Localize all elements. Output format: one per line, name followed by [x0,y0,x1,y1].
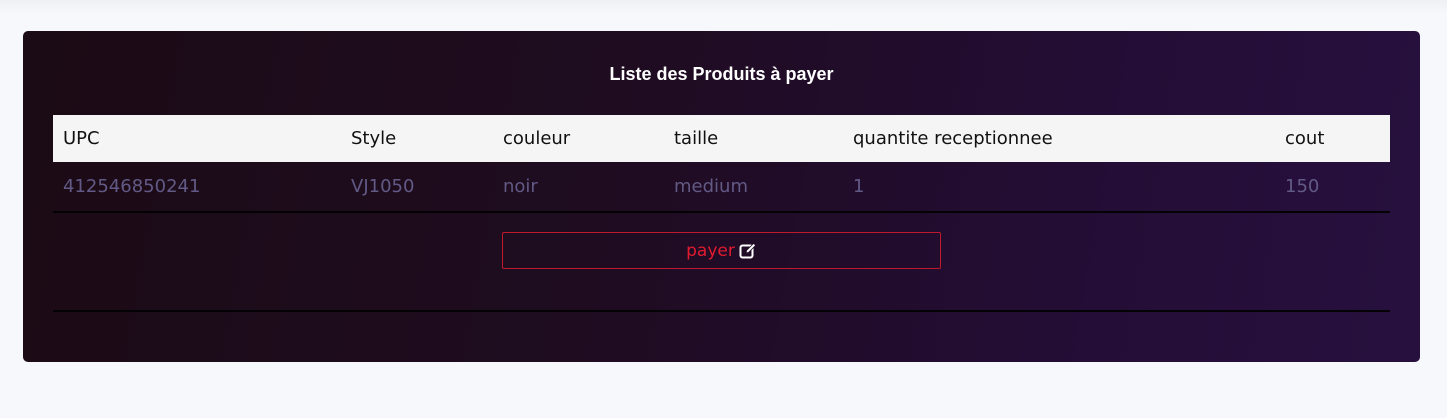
header-upc: UPC [63,128,100,149]
cell-taille: medium [674,176,748,197]
header-taille: taille [674,128,719,149]
cell-couleur: noir [503,176,538,197]
bottom-divider [53,310,1390,312]
header-quantite: quantite receptionnee [853,128,1053,149]
card-title: Liste des Produits à payer [609,64,834,84]
cell-cout: 150 [1285,176,1320,197]
table-row: 412546850241 VJ1050 noir medium 1 150 [53,162,1390,213]
cell-quantite: 1 [853,176,865,197]
top-bar [0,0,1447,14]
table-header: UPC Style couleur taille quantite recept… [53,115,1390,162]
edit-icon [739,242,757,260]
pay-button[interactable]: payer [502,232,941,269]
cell-upc: 412546850241 [63,176,201,197]
pay-button-label: payer [686,240,735,261]
products-card: Liste des Produits à payer UPC Style cou… [23,31,1420,362]
header-couleur: couleur [503,128,571,149]
header-cout: cout [1285,128,1325,149]
cell-style: VJ1050 [351,176,415,197]
header-style: Style [351,128,397,149]
products-table: UPC Style couleur taille quantite recept… [53,115,1390,213]
